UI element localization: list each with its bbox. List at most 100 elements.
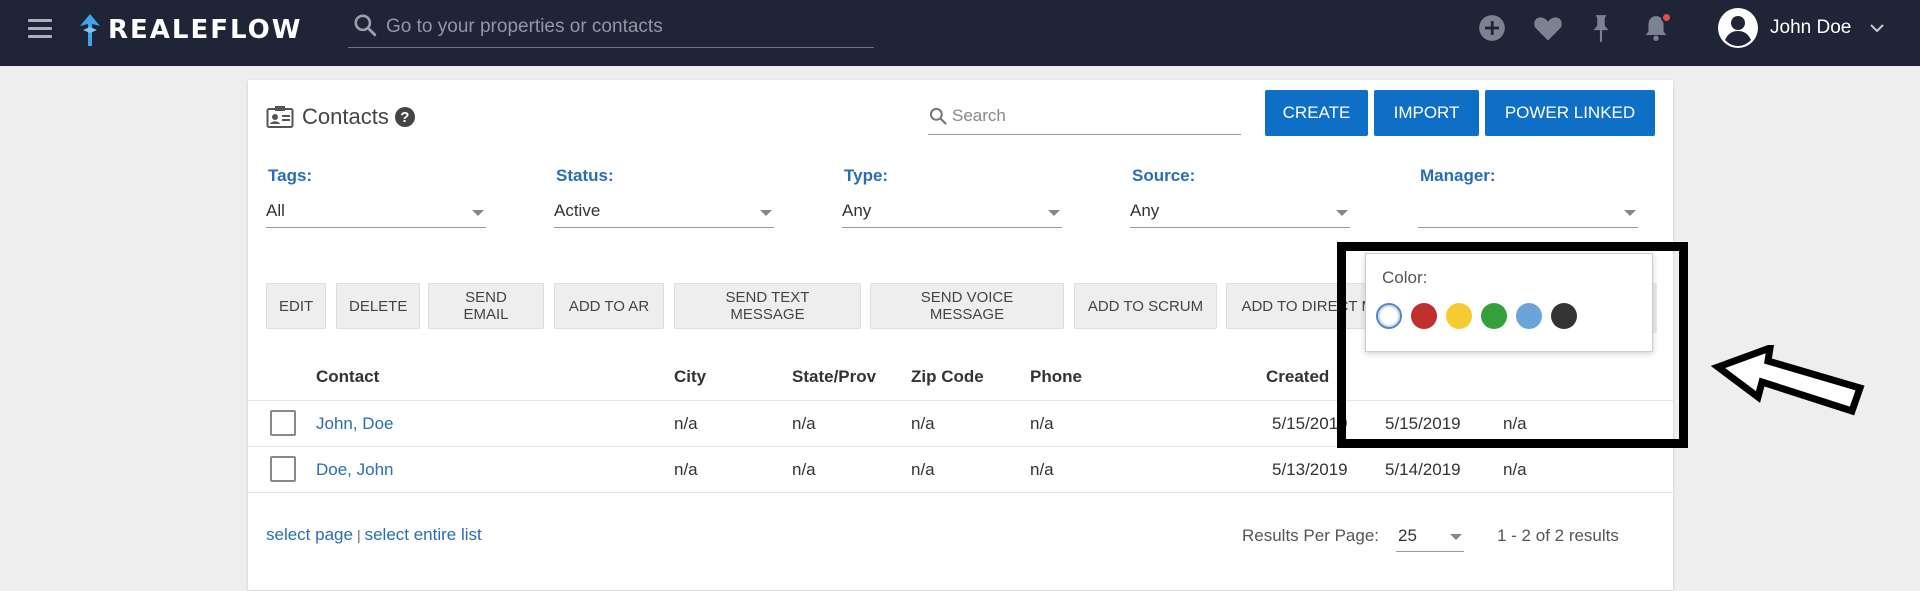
send-email-button[interactable]: SEND EMAIL [428,283,544,329]
dropdown-caret-icon [472,210,484,216]
logo-mark-icon [80,14,100,46]
filter-label: Manager: [1420,166,1496,185]
contact-name-link[interactable]: Doe, John [316,460,394,480]
add-to-scrum-button[interactable]: ADD TO SCRUM [1074,283,1217,329]
link-separator: | [356,527,361,543]
filter-label: Tags: [268,166,313,185]
filter-type: Type: Any [842,166,1062,228]
column-header-state[interactable]: State/Prov [792,367,876,387]
table-row: John, Doe n/a n/a n/a n/a 5/15/2019 5/15… [248,400,1673,446]
select-value: Any [1130,201,1160,220]
delete-button[interactable]: DELETE [336,283,420,329]
search-icon [929,107,947,125]
send-text-message-button[interactable]: SEND TEXT MESSAGE [674,283,861,329]
import-button[interactable]: IMPORT [1374,90,1479,136]
dropdown-caret-icon [1336,210,1348,216]
notification-badge [1661,12,1672,23]
cell-zip: n/a [911,414,935,433]
type-select[interactable]: Any [842,196,1062,228]
realeflow-logo[interactable]: REALEFLOW [78,13,302,47]
contact-card-icon [266,106,294,128]
select-value: Any [842,201,872,220]
dropdown-caret-icon [1624,210,1636,216]
menu-icon[interactable] [28,19,52,39]
table-footer: select page | select entire list Results P… [248,492,1673,590]
chevron-down-icon [1870,24,1885,33]
cell-value: n/a [1503,414,1527,433]
select-entire-list-link[interactable]: select entire list [365,525,482,544]
cell-created: 5/13/2019 [1272,460,1348,479]
row-checkbox[interactable] [270,456,296,482]
cell-created: 5/15/2019 [1272,414,1348,433]
column-header-zip[interactable]: Zip Code [911,367,984,387]
results-per-page-label: Results Per Page: [1242,526,1380,545]
add-circle-icon[interactable] [1478,14,1506,42]
column-header-city[interactable]: City [674,367,706,387]
status-select[interactable]: Active [554,196,774,228]
dropdown-caret-icon [1048,210,1060,216]
cell-city: n/a [674,414,698,433]
cell-state: n/a [792,460,816,479]
add-to-ar-button[interactable]: ADD TO AR [554,283,664,329]
source-select[interactable]: Any [1130,196,1350,228]
power-linked-button[interactable]: POWER LINKED [1485,90,1655,136]
dropdown-caret-icon [1450,534,1462,540]
cell-zip: n/a [911,460,935,479]
contact-name-link[interactable]: John, Doe [316,414,394,434]
filter-source: Source: Any [1130,166,1350,228]
arrow-pointer-icon [1710,345,1865,416]
user-menu[interactable]: John Doe [1718,8,1885,48]
table-row: Doe, John n/a n/a n/a n/a 5/13/2019 5/14… [248,446,1673,492]
tags-select[interactable]: All [266,196,486,228]
account-circle-icon [1718,8,1758,48]
search-icon [354,14,377,37]
global-search-input[interactable] [386,14,866,40]
color-label: Color: [1382,268,1428,287]
page-header: Contacts ? [266,104,415,130]
filter-manager: Manager: [1418,166,1638,228]
color-swatch-green[interactable] [1481,303,1507,329]
user-name: John Doe [1770,17,1852,38]
filter-label: Source: [1132,166,1196,185]
contacts-search-input[interactable] [952,105,1232,127]
send-voice-message-button[interactable]: SEND VOICE MESSAGE [870,283,1064,329]
column-header-contact[interactable]: Contact [316,367,379,387]
create-button[interactable]: CREATE [1265,90,1368,136]
color-swatch-red[interactable] [1411,303,1437,329]
heart-icon[interactable] [1533,14,1563,42]
column-header-phone[interactable]: Phone [1030,367,1082,387]
contacts-search [928,99,1241,135]
select-page-link[interactable]: select page [266,525,353,544]
color-popover: Color: [1365,253,1653,352]
manager-select[interactable] [1418,196,1638,228]
results-per-page-select[interactable]: 25 [1396,518,1464,552]
filter-tags: Tags: All [266,166,486,228]
selection-links: select page | select entire list [266,525,482,545]
cell-date: 5/14/2019 [1385,460,1461,479]
edit-button[interactable]: EDIT [266,283,326,329]
cell-phone: n/a [1030,460,1054,479]
cell-date: 5/15/2019 [1385,414,1461,433]
color-swatch-white[interactable] [1376,303,1402,329]
cell-city: n/a [674,460,698,479]
color-swatch-black[interactable] [1551,303,1577,329]
column-header-created[interactable]: Created [1266,367,1329,387]
select-value: Active [554,201,601,220]
filter-status: Status: Active [554,166,774,228]
pin-icon[interactable] [1590,14,1612,44]
top-navigation-bar: REALEFLOW John Doe [0,0,1920,66]
row-checkbox[interactable] [270,410,296,436]
filter-label: Status: [556,166,614,185]
global-search [348,8,874,48]
cell-phone: n/a [1030,414,1054,433]
select-value: All [266,201,285,220]
color-swatch-yellow[interactable] [1446,303,1472,329]
notifications-button[interactable] [1643,12,1672,42]
cell-value: n/a [1503,460,1527,479]
help-icon[interactable]: ? [394,107,415,127]
results-range: 1 - 2 of 2 results [1497,526,1619,545]
results-per-page-value: 25 [1398,526,1417,545]
color-swatch-blue[interactable] [1516,303,1542,329]
page-title: Contacts [302,104,389,129]
filter-label: Type: [844,166,889,185]
